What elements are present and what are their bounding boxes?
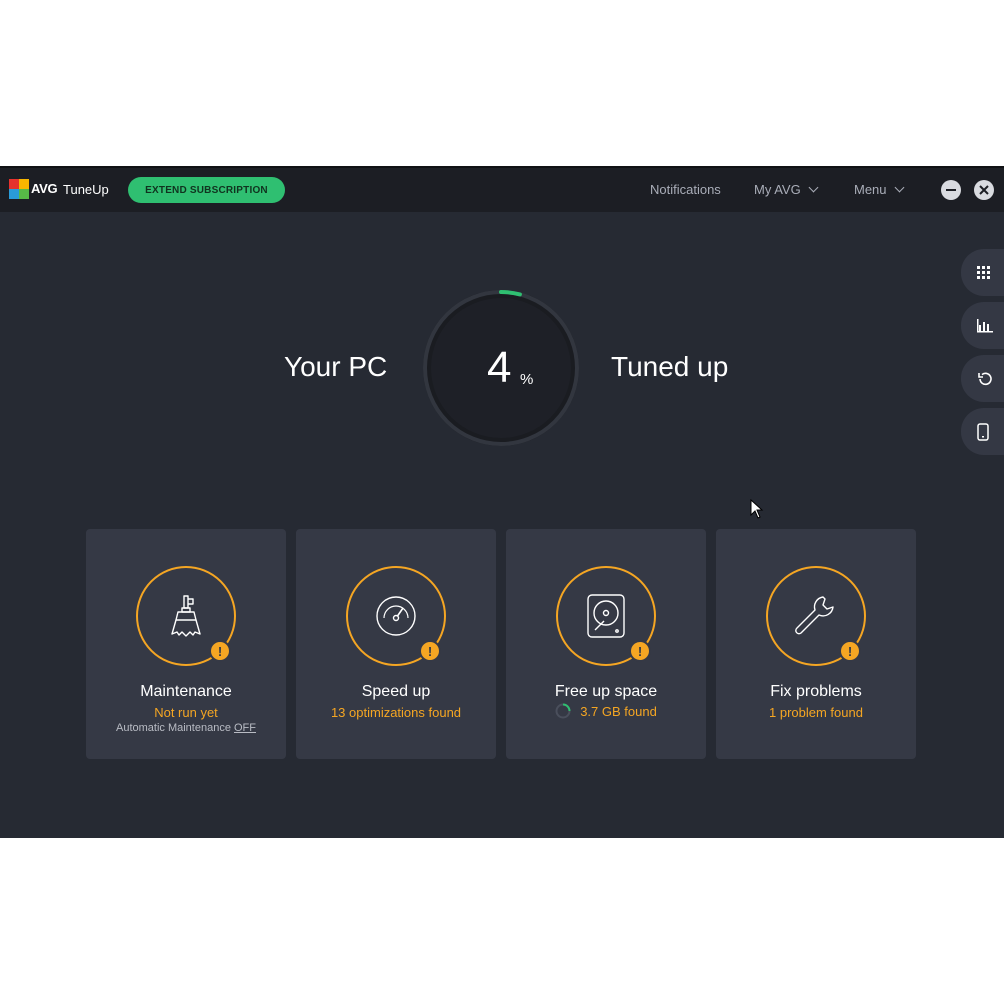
apps-grid-icon bbox=[977, 265, 990, 279]
rail-apps-button[interactable] bbox=[961, 249, 1004, 296]
my-avg-menu[interactable]: My AVG bbox=[754, 182, 819, 197]
loading-spinner-icon bbox=[555, 703, 571, 719]
mobile-icon bbox=[977, 422, 989, 441]
free-up-space-title: Free up space bbox=[554, 683, 658, 700]
app-window: AVG TuneUp EXTEND SUBSCRIPTION Notificat… bbox=[0, 166, 1004, 838]
speed-up-title: Speed up bbox=[361, 683, 431, 700]
hard-drive-icon bbox=[587, 594, 625, 638]
extend-subscription-button[interactable]: EXTEND SUBSCRIPTION bbox=[128, 177, 285, 203]
close-button[interactable] bbox=[974, 180, 994, 200]
title-bar: AVG TuneUp EXTEND SUBSCRIPTION Notificat… bbox=[0, 168, 1004, 212]
fix-problems-title: Fix problems bbox=[770, 683, 862, 700]
brand-name: AVG bbox=[31, 181, 58, 196]
your-pc-label: Your PC bbox=[284, 351, 388, 382]
product-name: TuneUp bbox=[63, 182, 109, 197]
history-icon bbox=[978, 372, 992, 385]
maintenance-status: Not run yet bbox=[154, 705, 218, 720]
speedometer-icon bbox=[376, 596, 416, 636]
warning-badge-icon: ! bbox=[839, 640, 861, 662]
maintenance-title: Maintenance bbox=[140, 683, 232, 700]
automatic-maintenance-label: Automatic Maintenance bbox=[115, 722, 231, 734]
chevron-down-icon bbox=[808, 182, 819, 193]
avg-logo-icon bbox=[9, 179, 29, 199]
stats-chart-icon bbox=[977, 318, 993, 332]
fix-problems-card[interactable]: ! Fix problems 1 problem found bbox=[716, 529, 916, 759]
wrench-icon bbox=[795, 596, 834, 635]
close-icon bbox=[979, 185, 989, 195]
progress-percent-value: 4 bbox=[487, 343, 512, 392]
minimize-icon bbox=[946, 189, 956, 191]
fix-problems-status: 1 problem found bbox=[769, 705, 863, 720]
warning-badge-icon: ! bbox=[209, 640, 231, 662]
minimize-button[interactable] bbox=[941, 180, 961, 200]
automatic-maintenance-toggle-link[interactable]: OFF bbox=[234, 722, 256, 734]
rail-stats-button[interactable] bbox=[961, 302, 1004, 349]
automatic-maintenance-text: Automatic Maintenance OFF bbox=[86, 722, 286, 734]
mouse-cursor-icon bbox=[750, 499, 764, 519]
broom-icon bbox=[171, 595, 201, 637]
progress-percent-symbol: % bbox=[520, 371, 534, 388]
notifications-link[interactable]: Notifications bbox=[650, 182, 721, 197]
my-avg-label: My AVG bbox=[754, 182, 801, 197]
chevron-down-icon bbox=[894, 182, 904, 193]
warning-badge-icon: ! bbox=[419, 640, 441, 662]
free-up-space-status: 3.7 GB found bbox=[580, 703, 657, 719]
free-up-space-status-row: 3.7 GB found bbox=[506, 703, 706, 719]
warning-badge-icon: ! bbox=[629, 640, 651, 662]
rail-history-button[interactable] bbox=[961, 355, 1004, 402]
free-up-space-card[interactable]: ! Free up space 3.7 GB found bbox=[506, 529, 706, 759]
rail-mobile-button[interactable] bbox=[961, 408, 1004, 455]
speed-up-card[interactable]: ! Speed up 13 optimizations found bbox=[296, 529, 496, 759]
maintenance-card[interactable]: ! Maintenance Not run yet Automatic Main… bbox=[86, 529, 286, 759]
notifications-label: Notifications bbox=[650, 182, 721, 197]
main-menu[interactable]: Menu bbox=[854, 182, 904, 197]
progress-arc bbox=[499, 290, 522, 297]
menu-label: Menu bbox=[854, 182, 887, 197]
speed-up-status: 13 optimizations found bbox=[330, 705, 462, 720]
tuned-up-label: Tuned up bbox=[611, 351, 729, 382]
